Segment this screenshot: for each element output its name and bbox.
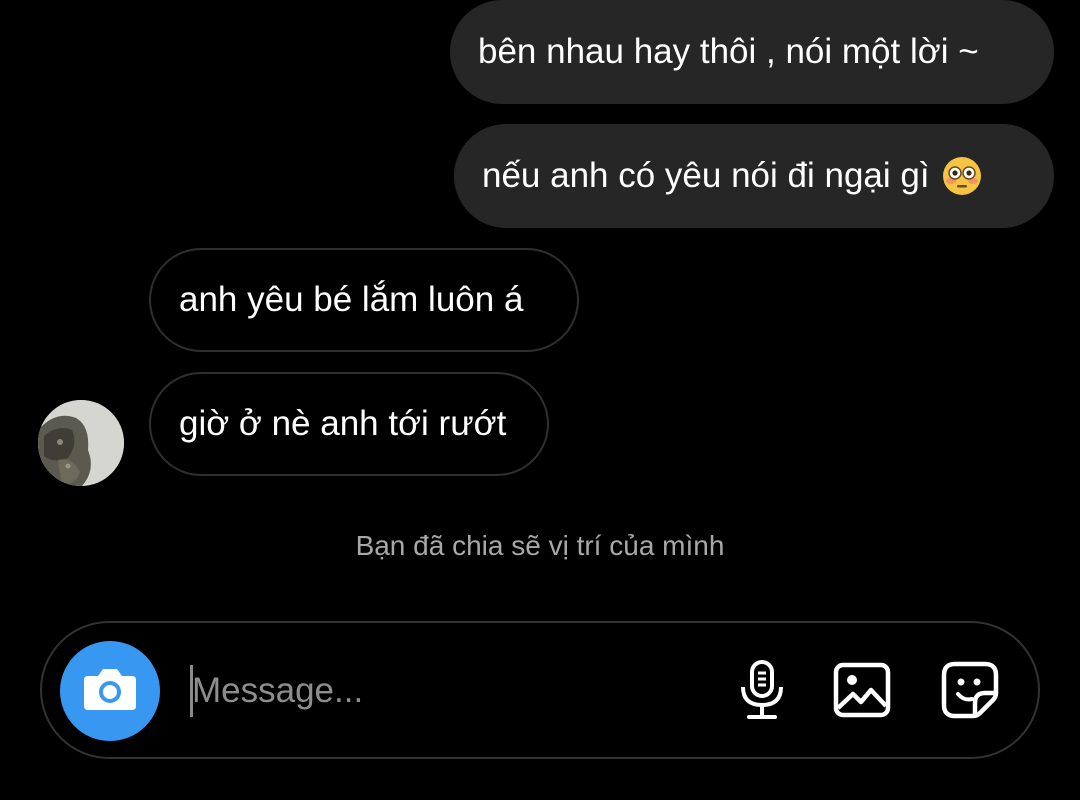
message-bubble-outgoing[interactable]: bên nhau hay thôi , nói một lời ~ — [450, 0, 1054, 104]
message-composer — [40, 621, 1040, 759]
message-text: giờ ở nè anh tới rướt — [179, 404, 507, 443]
message-text: anh yêu bé lắm luôn á — [179, 280, 524, 319]
message-input[interactable] — [192, 663, 712, 719]
message-text: nếu anh có yêu nói đi ngại gì — [482, 156, 930, 195]
avatar[interactable] — [38, 400, 124, 486]
gallery-button[interactable] — [827, 657, 897, 727]
message-text: bên nhau hay thôi , nói một lời ~ — [478, 32, 979, 71]
camera-icon — [82, 666, 138, 717]
flushed-face-emoji-icon — [942, 156, 982, 196]
voice-message-button[interactable] — [727, 657, 797, 727]
message-bubble-incoming[interactable]: giờ ở nè anh tới rướt — [149, 372, 549, 476]
message-bubble-incoming[interactable]: anh yêu bé lắm luôn á — [149, 248, 579, 352]
microphone-icon — [737, 659, 787, 726]
sticker-button[interactable] — [935, 657, 1005, 727]
sticker-icon — [941, 661, 999, 724]
location-shared-note: Bạn đã chia sẽ vị trí của mình — [355, 530, 725, 561]
image-icon — [833, 662, 891, 723]
camera-button[interactable] — [60, 641, 160, 741]
message-bubble-outgoing[interactable]: nếu anh có yêu nói đi ngại gì — [454, 124, 1054, 228]
